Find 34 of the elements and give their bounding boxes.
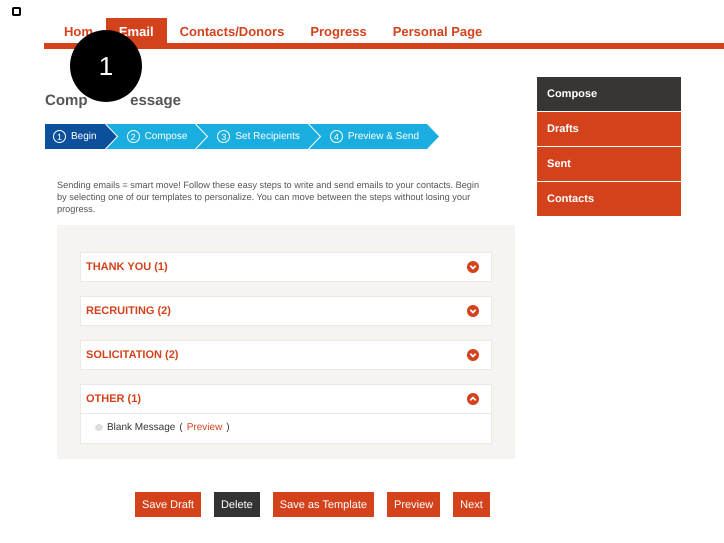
sidebar-item[interactable]: Compose — [537, 77, 681, 111]
category-header[interactable]: RECRUITING (2) — [81, 297, 491, 325]
page-title: Comp — [45, 92, 88, 111]
action-button[interactable]: Next — [453, 492, 490, 517]
sidebar-item[interactable]: Sent — [537, 147, 681, 181]
action-button[interactable]: Save Draft — [135, 492, 201, 517]
step-tab[interactable]: 1 Begin — [45, 124, 119, 149]
parenthesis: ( — [179, 422, 183, 433]
action-button[interactable]: Preview — [387, 492, 440, 517]
category-header[interactable]: SOLICITATION (2) — [81, 341, 491, 369]
action-button[interactable]: Delete — [214, 492, 260, 517]
page-title: essage — [130, 92, 181, 111]
template-name: Blank Message — [107, 422, 176, 433]
nav-tab[interactable]: Progress — [310, 24, 367, 39]
category-header[interactable]: THANK YOU (1) — [81, 253, 491, 281]
parenthesis: ) — [226, 422, 230, 433]
chevron-up-icon — [467, 393, 479, 405]
chevron-down-icon — [467, 349, 479, 361]
category-header[interactable]: OTHER (1) — [81, 385, 491, 413]
step-tab[interactable]: 3 Set Recipients — [209, 124, 322, 149]
action-button[interactable]: Save as Template — [272, 492, 374, 517]
preview-link[interactable]: Preview — [186, 422, 222, 433]
nav-tab[interactable]: Contacts/Donors — [180, 24, 284, 39]
sidebar-item[interactable]: Drafts — [537, 112, 681, 146]
nav-tab[interactable]: Personal Page — [392, 24, 482, 39]
radio-button[interactable] — [95, 424, 103, 431]
chevron-down-icon — [467, 261, 479, 273]
step-tab[interactable]: 4 Preview & Send — [322, 124, 442, 149]
sidebar-item[interactable]: Contacts — [537, 182, 681, 216]
intro-text: Sending emails = smart move! Follow these easy steps to write and send emails to your contacts. Begin by selecting one of our templates to personalize. You can move between the steps without losing your progress. — [57, 179, 480, 215]
step-tab[interactable]: 2 Compose — [118, 124, 210, 149]
chevron-down-icon — [467, 305, 479, 317]
nav-tab[interactable]: Hom — [64, 24, 93, 39]
square-icon — [12, 7, 21, 16]
